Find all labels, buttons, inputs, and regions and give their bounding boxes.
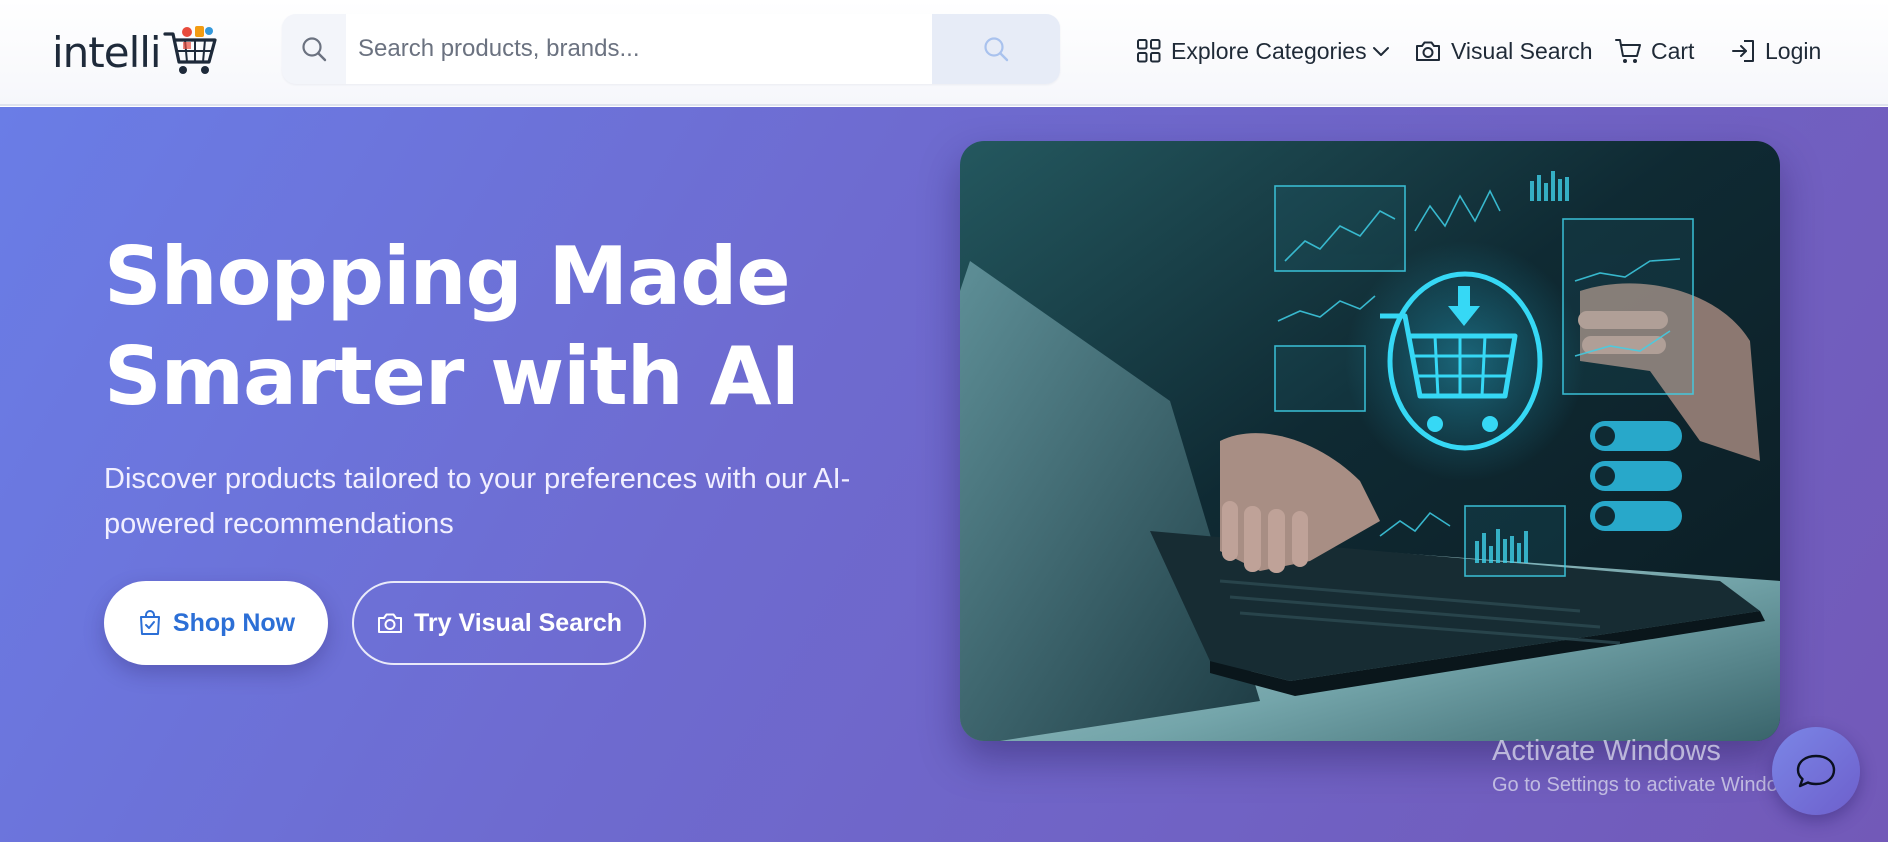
chevron-down-icon	[1372, 47, 1389, 56]
logo-text: intelli	[52, 27, 162, 77]
login-icon	[1732, 40, 1754, 62]
nav-explore-categories[interactable]: Explore Categories	[1136, 28, 1391, 74]
search-input[interactable]	[346, 14, 932, 84]
search-submit-button[interactable]	[932, 14, 1060, 84]
nav-visual-search-label: Visual Search	[1451, 37, 1593, 64]
hero-subtitle: Discover products tailored to your prefe…	[104, 463, 851, 540]
nav-visual-search[interactable]: Visual Search	[1414, 28, 1593, 74]
watermark-subtitle: Go to Settings to activate Windows.	[1492, 774, 1808, 796]
nav-cart[interactable]: Cart	[1614, 28, 1694, 74]
shopping-bag-icon	[139, 610, 160, 635]
logo-cart-icon	[163, 26, 217, 74]
site-header: intelli Search products, brands... Explo…	[0, 0, 1888, 106]
try-visual-search-label: Try Visual Search	[414, 608, 622, 637]
try-visual-search-button[interactable]: Try Visual Search	[352, 581, 646, 665]
camera-icon	[1416, 41, 1440, 61]
watermark-title: Activate Windows	[1492, 735, 1721, 767]
camera-icon	[378, 613, 402, 633]
brand-logo[interactable]: intelli	[52, 22, 219, 82]
nav-cart-label: Cart	[1651, 37, 1695, 64]
hero-title: Shopping Made Smarter with AI	[104, 227, 864, 427]
chat-button[interactable]	[1772, 727, 1860, 815]
shop-now-label: Shop Now	[172, 608, 296, 637]
nav-login[interactable]: Login	[1730, 28, 1821, 74]
cart-icon	[1615, 39, 1641, 63]
search-icon	[302, 37, 327, 62]
hero-section: Shopping Made Smarter with AI Discover p…	[0, 107, 1888, 842]
search-leading-icon	[282, 14, 346, 84]
hero-title-line2: Smarter with AI	[104, 330, 800, 423]
nav-explore-label: Explore Categories	[1171, 37, 1367, 64]
hero-illustration	[960, 141, 1780, 741]
grid-icon	[1137, 39, 1161, 63]
chat-icon	[1796, 754, 1836, 788]
search-bar	[282, 14, 1060, 84]
hero-title-line1: Shopping Made	[104, 230, 791, 323]
nav-login-label: Login	[1765, 37, 1822, 64]
shop-now-button[interactable]: Shop Now	[104, 581, 328, 665]
activate-windows-watermark: Activate Windows Go to Settings to activ…	[1492, 735, 1808, 797]
hero-image	[960, 141, 1780, 741]
search-icon	[984, 37, 1009, 62]
